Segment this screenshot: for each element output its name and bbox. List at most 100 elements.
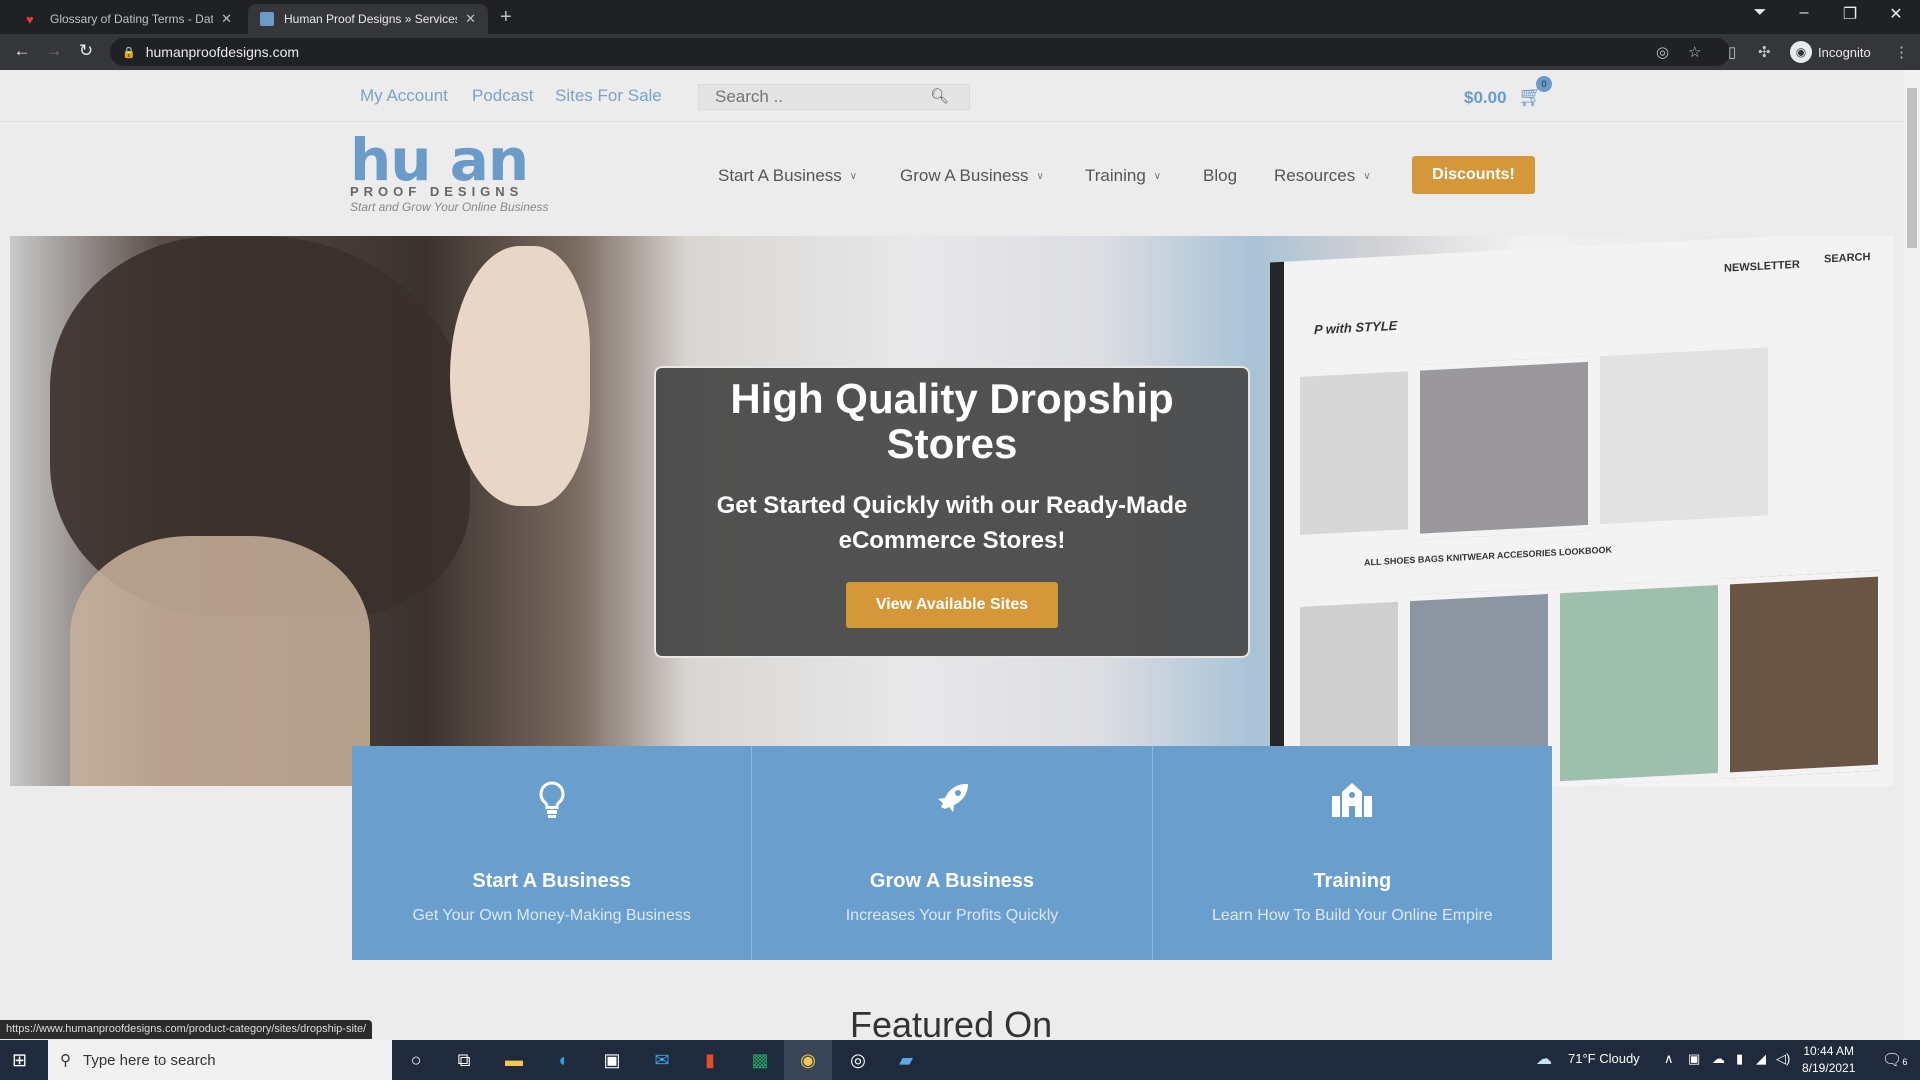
system-clock[interactable]: 10:44 AM 8/19/2021	[1802, 1043, 1855, 1077]
page-scrollbar[interactable]	[1904, 70, 1920, 1040]
hero-title: High Quality Dropship Stores	[730, 375, 1174, 467]
feature-grow-a-business[interactable]: Grow A Business Increases Your Profits Q…	[752, 746, 1153, 960]
tray-chevron-icon[interactable]: ∧	[1664, 1051, 1674, 1067]
chevron-down-icon: ∨	[1036, 170, 1044, 182]
taskbar-search[interactable]: ⚲ Type here to search	[48, 1040, 392, 1080]
chrome-icon[interactable]: ◉	[784, 1040, 832, 1080]
profile-incognito-button[interactable]: ◉ Incognito	[1790, 40, 1871, 64]
close-tab-icon[interactable]: ✕	[465, 11, 476, 27]
new-tab-button[interactable]: +	[500, 6, 512, 29]
cart-total[interactable]: $0.00	[1464, 88, 1507, 108]
feature-start-a-business[interactable]: Start A Business Get Your Own Money-Maki…	[352, 746, 753, 960]
scrollbar-thumb[interactable]	[1907, 88, 1917, 248]
feature-title: Grow A Business	[869, 870, 1035, 892]
mail-icon[interactable]: ✉	[638, 1040, 686, 1080]
lightbulb-icon	[352, 780, 751, 824]
photos-icon[interactable]: ▰	[882, 1040, 930, 1080]
sites-for-sale-link[interactable]: Sites For Sale	[555, 86, 662, 106]
windows-taskbar: ⊞ ⚲ Type here to search ○ ⧉ ▬ ◐ ▣ ✉ ▮ ▩ …	[0, 1040, 1920, 1080]
minimize-button[interactable]: –	[1784, 4, 1824, 22]
close-tab-icon[interactable]: ✕	[221, 11, 232, 27]
cortana-icon[interactable]: ○	[392, 1040, 440, 1080]
search-icon: ⚲	[60, 1052, 71, 1069]
notification-center-icon[interactable]: 🗨6	[1882, 1050, 1907, 1070]
obs-icon[interactable]: ◎	[834, 1040, 882, 1080]
hero-photo-shoulder	[70, 536, 370, 786]
edge-icon[interactable]: ◐	[540, 1040, 588, 1080]
volume-icon[interactable]: ◁)	[1776, 1051, 1790, 1067]
excel-icon[interactable]: ▩	[736, 1040, 784, 1080]
nav-training[interactable]: Training ∨	[1085, 166, 1161, 186]
cart-count-badge: 0	[1536, 76, 1552, 92]
taskbar-search-placeholder: Type here to search	[83, 1051, 216, 1069]
bookmark-star-icon[interactable]: ☆	[1688, 43, 1701, 61]
office-icon[interactable]: ▮	[686, 1040, 734, 1080]
nav-start-a-business[interactable]: Start A Business ∨	[718, 166, 857, 186]
extensions-puzzle-icon[interactable]: ✣	[1758, 43, 1771, 61]
rocket-icon	[752, 780, 1151, 824]
hero-photo-face	[450, 246, 590, 506]
hero-subtitle: Get Started Quickly with our Ready-Made …	[716, 492, 1188, 554]
monitor-search-text: SEARCH	[1824, 251, 1871, 266]
tab-title: Human Proof Designs » Services	[284, 12, 458, 26]
file-explorer-icon[interactable]: ▬	[490, 1040, 538, 1080]
logo-subtitle: PROOF DESIGNS	[350, 184, 524, 199]
forward-icon[interactable]: →	[42, 41, 66, 61]
feature-title: Training	[1313, 870, 1392, 892]
address-bar[interactable]: 🔒 humanproofdesigns.com	[110, 38, 1730, 66]
search-input[interactable]	[715, 87, 925, 107]
nav-label: Blog	[1203, 166, 1238, 185]
hero-overlay-card: High Quality Dropship Stores Get Started…	[654, 366, 1250, 658]
feature-title: Start A Business	[472, 870, 631, 892]
back-icon[interactable]: ←	[10, 41, 34, 61]
tracking-eye-off-icon[interactable]: ◎	[1656, 43, 1669, 61]
monitor-categories-text: ALL SHOES BAGS KNITWEAR ACCESORIES LOOKB…	[1364, 544, 1613, 568]
heart-icon: ♥	[26, 12, 34, 27]
discounts-button[interactable]: Discounts!	[1412, 156, 1535, 194]
podcast-link[interactable]: Podcast	[472, 86, 533, 106]
wifi-icon[interactable]: ◢	[1756, 1051, 1766, 1067]
feature-training[interactable]: Training Learn How To Build Your Online …	[1152, 746, 1552, 960]
nav-blog[interactable]: Blog	[1203, 166, 1237, 186]
search-icon[interactable]: 🔍︎	[930, 87, 949, 105]
nav-label: Resources	[1274, 166, 1356, 185]
tab-human-proof-designs[interactable]: Human Proof Designs » Services ✕	[248, 4, 488, 34]
weather-cloud-icon[interactable]: ☁	[1536, 1049, 1552, 1069]
monitor-newsletter-text: NEWSLETTER	[1724, 258, 1800, 275]
my-account-link[interactable]: My Account	[360, 86, 448, 106]
lock-icon: 🔒	[122, 46, 136, 59]
browser-toolbar: ← → ↻ 🔒 humanproofdesigns.com ◎ ☆ ▯ ✣ ◉ …	[0, 34, 1920, 70]
meet-now-icon[interactable]: ▣	[1688, 1051, 1700, 1067]
onedrive-icon[interactable]: ☁	[1712, 1051, 1725, 1067]
nav-resources[interactable]: Resources ∨	[1274, 166, 1371, 186]
clock-time: 10:44 AM	[1803, 1044, 1855, 1058]
status-bar-link-preview: https://www.humanproofdesigns.com/produc…	[0, 1020, 373, 1039]
reload-icon[interactable]: ↻	[74, 41, 98, 61]
webpage: My Account Podcast Sites For Sale 🔍︎ $0.…	[0, 70, 1904, 1040]
weather-text[interactable]: 71°F Cloudy	[1568, 1051, 1640, 1066]
restore-button[interactable]: ❐	[1830, 4, 1870, 24]
chevron-down-icon: ∨	[1363, 170, 1371, 182]
nav-label: Grow A Business	[900, 166, 1029, 185]
notification-count: 6	[1902, 1057, 1908, 1067]
extension-page-icon[interactable]: ▯	[1728, 43, 1736, 61]
microphone-icon[interactable]: ▮	[1736, 1051, 1743, 1067]
store-icon[interactable]: ▣	[588, 1040, 636, 1080]
monitor-shirt-image	[1414, 355, 1594, 540]
nav-label: Training	[1085, 166, 1146, 185]
site-logo[interactable]: hu an PROOF DESIGNS Start and Grow Your …	[350, 131, 570, 214]
menu-kebab-icon[interactable]: ⋮	[1894, 43, 1909, 61]
monitor-shirt-image	[1594, 341, 1774, 531]
hero-photo-monitor: NEWSLETTER SEARCH P with STYLE ALL SHOES…	[1270, 236, 1894, 786]
view-available-sites-button[interactable]: View Available Sites	[846, 582, 1058, 628]
logo-tagline: Start and Grow Your Online Business	[350, 200, 549, 214]
features-row: Start A Business Get Your Own Money-Maki…	[352, 746, 1552, 960]
monitor-product-image	[1724, 570, 1884, 779]
clock-date: 8/19/2021	[1802, 1061, 1856, 1075]
windows-start-icon[interactable]: ⊞	[12, 1050, 27, 1071]
nav-grow-a-business[interactable]: Grow A Business ∨	[900, 166, 1044, 186]
task-view-icon[interactable]: ⧉	[440, 1040, 488, 1080]
close-window-button[interactable]: ✕	[1876, 4, 1916, 24]
tab-search-icon[interactable]: ⏷	[1740, 4, 1780, 22]
tab-glossary[interactable]: ♥ Glossary of Dating Terms - Datin ✕	[14, 4, 244, 34]
